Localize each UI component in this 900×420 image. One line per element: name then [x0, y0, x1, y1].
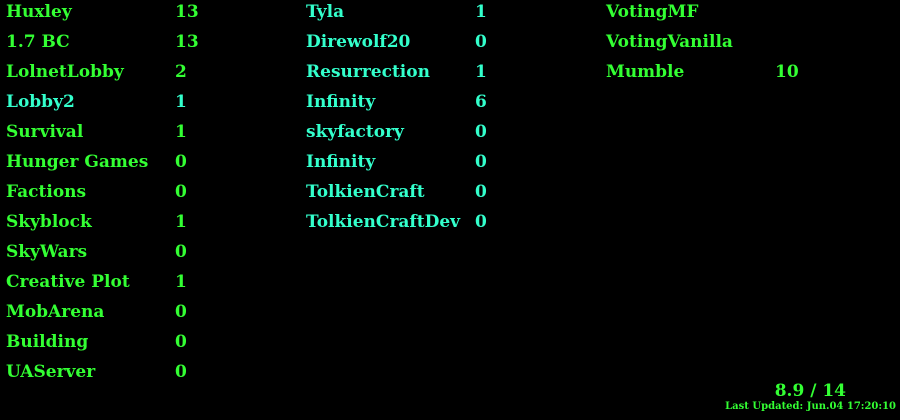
server-name: Lobby2 [6, 92, 75, 112]
player-count: 1 [175, 272, 187, 292]
player-count: 1 [175, 92, 187, 112]
server-name: TolkienCraftDev [306, 212, 461, 232]
player-count: 0 [175, 332, 187, 352]
player-count: 0 [475, 182, 487, 202]
player-count: 1 [475, 62, 487, 82]
player-count: 1 [175, 212, 187, 232]
player-count: 0 [175, 302, 187, 322]
server-name: TolkienCraft [306, 182, 425, 202]
player-count: 13 [175, 32, 199, 52]
server-name: Skyblock [6, 212, 92, 232]
server-name: Infinity [306, 152, 376, 172]
server-name: Survival [6, 122, 84, 142]
server-name: Hunger Games [6, 152, 149, 172]
player-count: 1 [475, 2, 487, 22]
player-count: 13 [175, 2, 199, 22]
player-count: 0 [475, 32, 487, 52]
server-name: Mumble [606, 62, 685, 82]
server-name: skyfactory [306, 122, 404, 142]
player-count: 10 [775, 62, 799, 82]
player-count: 6 [475, 92, 487, 112]
server-name: Infinity [306, 92, 376, 112]
server-name: VotingVanilla [606, 32, 733, 52]
player-count: 0 [175, 182, 187, 202]
server-name: UAServer [6, 362, 96, 382]
server-name: VotingMF [606, 2, 699, 22]
player-count: 1 [175, 122, 187, 142]
load-ratio: 8.9 / 14 [774, 381, 846, 401]
last-updated-timestamp: Last Updated: Jun.04 17:20:10 [725, 401, 896, 412]
player-count: 0 [175, 242, 187, 262]
server-name: Direwolf20 [306, 32, 411, 52]
player-count: 0 [475, 152, 487, 172]
player-count: 0 [175, 152, 187, 172]
server-name: 1.7 BC [6, 32, 70, 52]
server-name: Creative Plot [6, 272, 130, 292]
player-count: 0 [475, 122, 487, 142]
server-name: Tyla [306, 2, 345, 22]
server-name: Huxley [6, 2, 72, 22]
server-name: Factions [6, 182, 87, 202]
player-count: 0 [175, 362, 187, 382]
server-name: SkyWars [6, 242, 88, 262]
server-name: Resurrection [306, 62, 430, 82]
server-name: Building [6, 332, 89, 352]
player-count: 2 [175, 62, 187, 82]
server-name: MobArena [6, 302, 105, 322]
server-name: LolnetLobby [6, 62, 124, 82]
player-count: 0 [475, 212, 487, 232]
